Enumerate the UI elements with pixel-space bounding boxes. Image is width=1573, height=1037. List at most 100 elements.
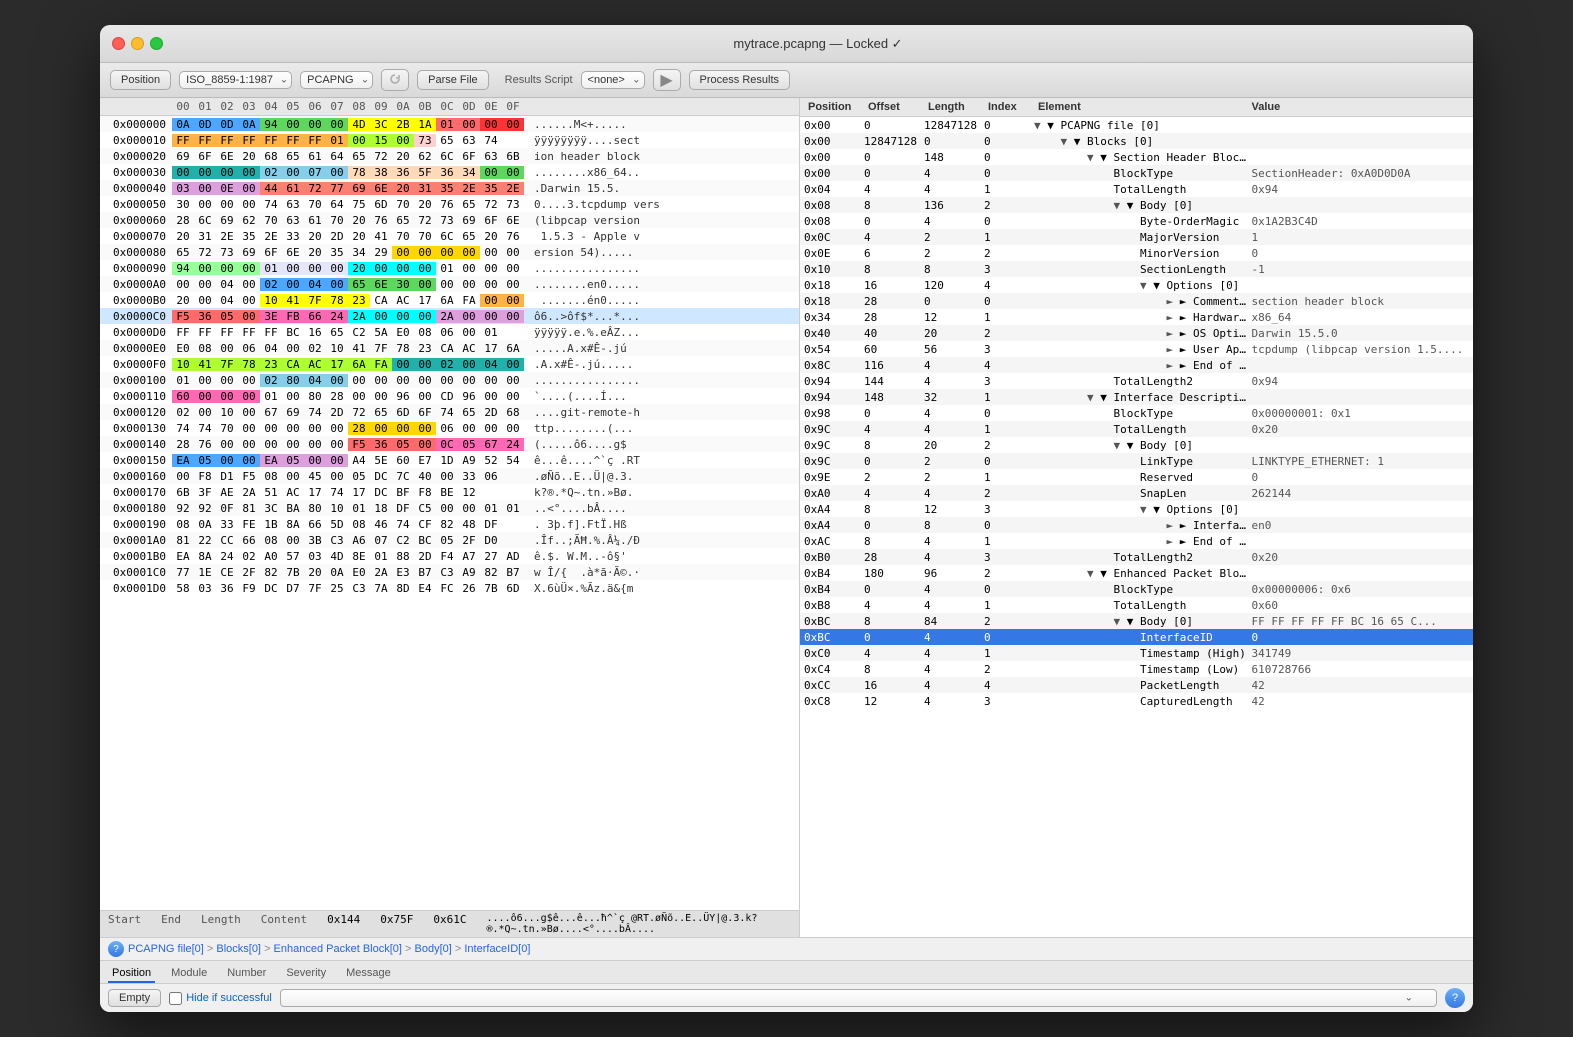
tab-number[interactable]: Number <box>223 965 270 983</box>
tree-header-position: Position <box>808 101 868 113</box>
maximize-button[interactable] <box>150 37 163 50</box>
hex-panel: 00 01 02 03 04 05 06 07 08 09 0A 0B 0C 0… <box>100 98 800 937</box>
minimize-button[interactable] <box>131 37 144 50</box>
tab-message[interactable]: Message <box>342 965 395 983</box>
empty-button[interactable]: Empty <box>108 989 161 1007</box>
hex-row-9: 0x000090 94000000 01000000 20000000 0100… <box>100 260 799 276</box>
none-select[interactable]: <none> <box>581 71 645 89</box>
hex-col-0e: 0E <box>480 100 502 113</box>
tree-row[interactable]: 0xBC 0 4 0 InterfaceID 0 <box>800 629 1473 645</box>
hex-row-1: 0x000010 FFFFFFFF FFFFFF01 00150073 6563… <box>100 132 799 148</box>
tree-row[interactable]: 0x08 8 136 2 ▼ ▼ Body [0] <box>800 197 1473 213</box>
hide-if-successful-checkbox[interactable] <box>169 992 182 1005</box>
hex-row-26: 0x0001A0 8122CC66 08003BC3 A607C2BC 052F… <box>100 532 799 548</box>
hide-if-successful-label[interactable]: Hide if successful <box>169 992 272 1005</box>
grammar-select-wrapper: PCAPNG <box>300 71 373 89</box>
tree-row[interactable]: 0x04 4 4 1 TotalLength 0x94 <box>800 181 1473 197</box>
reload-button[interactable] <box>381 69 409 91</box>
tree-row[interactable]: 0xC8 12 4 3 CapturedLength 42 <box>800 693 1473 709</box>
tree-row[interactable]: 0xBC 8 84 2 ▼ ▼ Body [0] FF FF FF FF FF … <box>800 613 1473 629</box>
tree-header-offset: Offset <box>868 101 928 113</box>
tree-row[interactable]: 0x10 8 8 3 SectionLength -1 <box>800 261 1473 277</box>
hex-body[interactable]: .hb { font-family: 'Menlo','Monaco',mono… <box>100 116 799 910</box>
tree-row[interactable]: 0x9C 8 20 2 ▼ ▼ Body [0] <box>800 437 1473 453</box>
tree-row[interactable]: 0x18 28 0 0 ► ► Comment Option [0] secti… <box>800 293 1473 309</box>
debug-select[interactable] <box>280 989 1437 1007</box>
hex-row-18: 0x000120 02001000 6769742D 72656D6F 7465… <box>100 404 799 420</box>
breadcrumb-blocks[interactable]: Blocks[0] <box>216 943 261 955</box>
tree-row[interactable]: 0xC4 8 4 2 Timestamp (Low) 610728766 <box>800 661 1473 677</box>
tree-row[interactable]: 0x34 28 12 1 ► ► Hardware Option [0] x86… <box>800 309 1473 325</box>
breadcrumb-epb[interactable]: Enhanced Packet Block[0] <box>274 943 402 955</box>
bottom-help-button[interactable]: ? <box>1445 988 1465 1008</box>
go-to-position-button[interactable]: Position <box>110 70 171 90</box>
encoding-group: ISO_8859-1:1987 <box>179 71 292 89</box>
tree-row[interactable]: 0x0C 4 2 1 MajorVersion 1 <box>800 229 1473 245</box>
position-group: Position <box>110 70 171 90</box>
hex-row-2: 0x000020 696F6E20 68656164 65722062 6C6F… <box>100 148 799 164</box>
breadcrumb-interfaceid[interactable]: InterfaceID[0] <box>464 943 530 955</box>
tree-row[interactable]: 0x00 12847128 0 0 ▼ ▼ Blocks [0] <box>800 133 1473 149</box>
tab-position[interactable]: Position <box>108 965 155 983</box>
tree-row[interactable]: 0x94 148 32 1 ▼ ▼ Interface Description … <box>800 389 1473 405</box>
hex-row-0: 0x000000 0A0D0D0A 94000000 4D3C2B1A 0100… <box>100 116 799 132</box>
grammar-select[interactable]: PCAPNG <box>300 71 373 89</box>
tree-row[interactable]: 0xB0 28 4 3 TotalLength2 0x20 <box>800 549 1473 565</box>
tree-row[interactable]: 0x08 0 4 0 Byte-OrderMagic 0x1A2B3C4D <box>800 213 1473 229</box>
tree-row[interactable]: 0xA4 8 12 3 ▼ ▼ Options [0] <box>800 501 1473 517</box>
tree-row[interactable]: 0x94 144 4 3 TotalLength2 0x94 <box>800 373 1473 389</box>
tree-row[interactable]: 0xA4 0 8 0 ► ► Interface Name Optio... e… <box>800 517 1473 533</box>
titlebar: mytrace.pcapng — Locked ✓ <box>100 25 1473 63</box>
close-button[interactable] <box>112 37 125 50</box>
hex-col-0f: 0F <box>502 100 524 113</box>
run-button[interactable]: ▶ <box>653 69 681 91</box>
tree-row[interactable]: 0x0E 6 2 2 MinorVersion 0 <box>800 245 1473 261</box>
hex-row-6: 0x000060 286C6962 70636170 20766572 7369… <box>100 212 799 228</box>
end-value: 0x75F <box>380 913 413 935</box>
breadcrumb-help-icon[interactable]: ? <box>108 941 124 957</box>
tree-row[interactable]: 0x8C 116 4 4 ► ► End of Options [0] <box>800 357 1473 373</box>
tree-row[interactable]: 0xAC 8 4 1 ► ► End of Options [0] <box>800 533 1473 549</box>
tree-row[interactable]: 0x98 0 4 0 BlockType 0x00000001: 0x1 <box>800 405 1473 421</box>
tree-row[interactable]: 0x9C 4 4 1 TotalLength 0x20 <box>800 421 1473 437</box>
breadcrumb-bar: ? PCAPNG file[0] > Blocks[0] > Enhanced … <box>100 937 1473 960</box>
tree-body[interactable]: 0x00 0 12847128 0 ▼ ▼ PCAPNG file [0] 0x… <box>800 117 1473 937</box>
length-value: 0x61C <box>433 913 466 935</box>
tree-row[interactable]: 0x54 60 56 3 ► ► User Application Opti..… <box>800 341 1473 357</box>
tree-row[interactable]: 0x00 0 148 0 ▼ ▼ Section Header Block [0… <box>800 149 1473 165</box>
hex-row-12: 0x0000C0 F5360500 3EFB6624 2A000000 2A00… <box>100 308 799 324</box>
tree-row[interactable]: 0x18 16 120 4 ▼ ▼ Options [0] <box>800 277 1473 293</box>
hex-row-4: 0x000040 03000E00 44617277 696E2031 352E… <box>100 180 799 196</box>
hex-row-5: 0x000050 30000000 74637064 756D7020 7665… <box>100 196 799 212</box>
tree-row[interactable]: 0xB8 4 4 1 TotalLength 0x60 <box>800 597 1473 613</box>
tree-header-element: Element <box>1038 101 1252 113</box>
process-results-button[interactable]: Process Results <box>689 70 790 90</box>
encoding-select[interactable]: ISO_8859-1:1987 <box>179 71 292 89</box>
tab-module[interactable]: Module <box>167 965 211 983</box>
breadcrumb-pcapng[interactable]: PCAPNG file[0] <box>128 943 204 955</box>
tree-row[interactable]: 0xB4 0 4 0 BlockType 0x00000006: 0x6 <box>800 581 1473 597</box>
traffic-lights <box>112 37 163 50</box>
tree-row[interactable]: 0x9E 2 2 1 Reserved 0 <box>800 469 1473 485</box>
tab-severity[interactable]: Severity <box>282 965 330 983</box>
parse-file-button[interactable]: Parse File <box>417 70 489 90</box>
hex-row-22: 0x000160 00F8D1F5 08004500 05DC7C40 0033… <box>100 468 799 484</box>
tree-header-length: Length <box>928 101 988 113</box>
hide-if-successful-text: Hide if successful <box>186 992 272 1004</box>
tree-row[interactable]: 0x00 0 12847128 0 ▼ ▼ PCAPNG file [0] <box>800 117 1473 133</box>
hex-addr-header <box>100 100 172 113</box>
tree-row[interactable]: 0x9C 0 2 0 LinkType LINKTYPE_ETHERNET: 1 <box>800 453 1473 469</box>
debug-select-wrapper <box>280 989 1437 1007</box>
encoding-select-wrapper: ISO_8859-1:1987 <box>179 71 292 89</box>
tree-row[interactable]: 0x40 40 20 2 ► ► OS Option [0] Darwin 15… <box>800 325 1473 341</box>
hex-col-08: 08 <box>348 100 370 113</box>
breadcrumb-text: PCAPNG file[0] > Blocks[0] > Enhanced Pa… <box>128 943 530 955</box>
end-label: End <box>161 913 181 935</box>
grammar-group: PCAPNG <box>300 71 373 89</box>
tree-row[interactable]: 0xA0 4 4 2 SnapLen 262144 <box>800 485 1473 501</box>
tree-row[interactable]: 0x00 0 4 0 BlockType SectionHeader: 0xA0… <box>800 165 1473 181</box>
tree-row[interactable]: 0xB4 180 96 2 ▼ ▼ Enhanced Packet Block … <box>800 565 1473 581</box>
tree-row[interactable]: 0xC0 4 4 1 Timestamp (High) 341749 <box>800 645 1473 661</box>
breadcrumb-body[interactable]: Body[0] <box>415 943 452 955</box>
tree-row[interactable]: 0xCC 16 4 4 PacketLength 42 <box>800 677 1473 693</box>
